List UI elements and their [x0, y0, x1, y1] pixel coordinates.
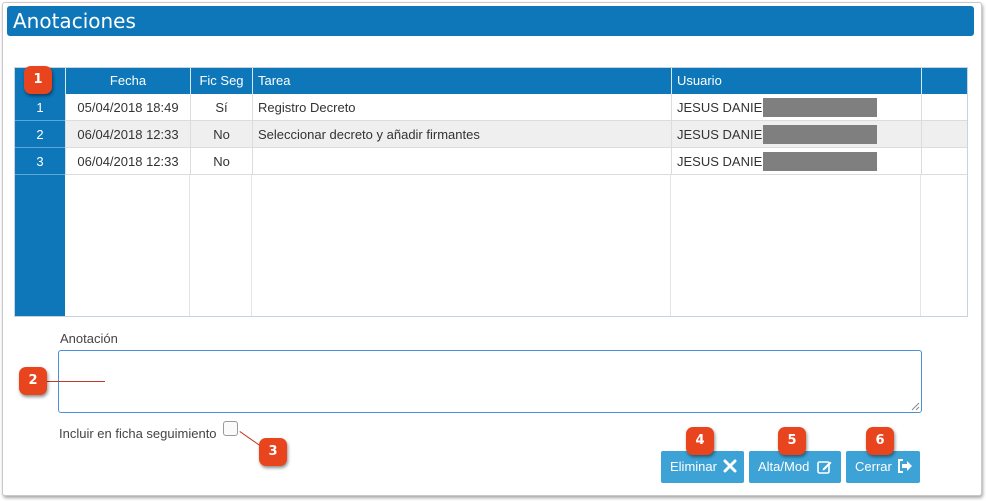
- close-button[interactable]: Cerrar: [846, 451, 920, 483]
- cell-usuario: JESUS DANIEL: [671, 121, 921, 148]
- column-divider: [920, 175, 921, 316]
- cell-fecha: 06/04/2018 12:33: [65, 148, 190, 175]
- save-button[interactable]: Alta/Mod: [749, 451, 841, 483]
- row-number[interactable]: 3: [15, 148, 65, 175]
- annotation-textarea[interactable]: [58, 350, 922, 413]
- annotations-grid: Fecha Fic Seg Tarea Usuario 1 05/04/2018…: [14, 67, 968, 317]
- row-number[interactable]: 2: [15, 121, 65, 148]
- callout-badge: 2: [19, 367, 47, 395]
- include-label: Incluir en ficha seguimiento: [59, 426, 217, 441]
- column-divider: [670, 175, 671, 316]
- cell-extra: [921, 121, 967, 148]
- resize-grip-icon[interactable]: [911, 402, 920, 411]
- cell-fic-seg: No: [190, 121, 252, 148]
- redacted-surname: [763, 152, 877, 171]
- column-header-fic-seg[interactable]: Fic Seg: [190, 68, 252, 94]
- usuario-name: JESUS DANIEL: [677, 127, 770, 142]
- dialog-title: Anotaciones: [13, 9, 136, 33]
- cell-usuario: JESUS DANIEL: [671, 148, 921, 175]
- cell-fic-seg: No: [190, 148, 252, 175]
- cell-extra: [921, 148, 967, 175]
- cell-tarea: Registro Decreto: [252, 94, 671, 121]
- cell-tarea: Seleccionar decreto y añadir firmantes: [252, 121, 671, 148]
- callout-badge: 4: [686, 427, 714, 455]
- cell-tarea: [252, 148, 671, 175]
- cell-extra: [921, 94, 967, 121]
- column-header-usuario[interactable]: Usuario: [671, 68, 921, 94]
- callout-badge: 3: [259, 438, 287, 466]
- usuario-name: JESUS DANIEL: [677, 100, 770, 115]
- column-divider: [189, 175, 190, 316]
- annotation-label: Anotación: [60, 331, 118, 346]
- delete-button[interactable]: Eliminar: [661, 451, 744, 483]
- edit-icon: [817, 461, 832, 474]
- usuario-name: JESUS DANIEL: [677, 154, 770, 169]
- callout-leader: [42, 381, 105, 382]
- include-checkbox[interactable]: [223, 421, 238, 436]
- cell-fic-seg: Sí: [190, 94, 252, 121]
- row-number[interactable]: 1: [15, 94, 65, 121]
- close-icon: [723, 459, 737, 473]
- close-button-label: Cerrar: [855, 459, 892, 474]
- dialog-titlebar: Anotaciones: [7, 6, 974, 36]
- cell-fecha: 06/04/2018 12:33: [65, 121, 190, 148]
- column-header-extra: [921, 68, 967, 94]
- save-button-label: Alta/Mod: [758, 459, 810, 474]
- redacted-surname: [763, 98, 877, 117]
- cell-usuario: JESUS DANIEL: [671, 94, 921, 121]
- sign-out-icon: [898, 459, 912, 473]
- cell-fecha: 05/04/2018 18:49: [65, 94, 190, 121]
- callout-badge: 5: [778, 427, 806, 455]
- column-header-tarea[interactable]: Tarea: [252, 68, 671, 94]
- redacted-surname: [763, 125, 877, 144]
- callout-badge: 1: [24, 66, 52, 94]
- table-row[interactable]: 06/04/2018 12:33 No JESUS DANIEL: [65, 148, 967, 175]
- delete-button-label: Eliminar: [670, 459, 717, 474]
- callout-badge: 6: [866, 427, 894, 455]
- table-row[interactable]: 06/04/2018 12:33 No Seleccionar decreto …: [65, 121, 967, 148]
- table-row[interactable]: 05/04/2018 18:49 Sí Registro Decreto JES…: [65, 94, 967, 121]
- column-header-fecha[interactable]: Fecha: [65, 68, 190, 94]
- grid-header: Fecha Fic Seg Tarea Usuario: [15, 68, 967, 94]
- column-divider: [251, 175, 252, 316]
